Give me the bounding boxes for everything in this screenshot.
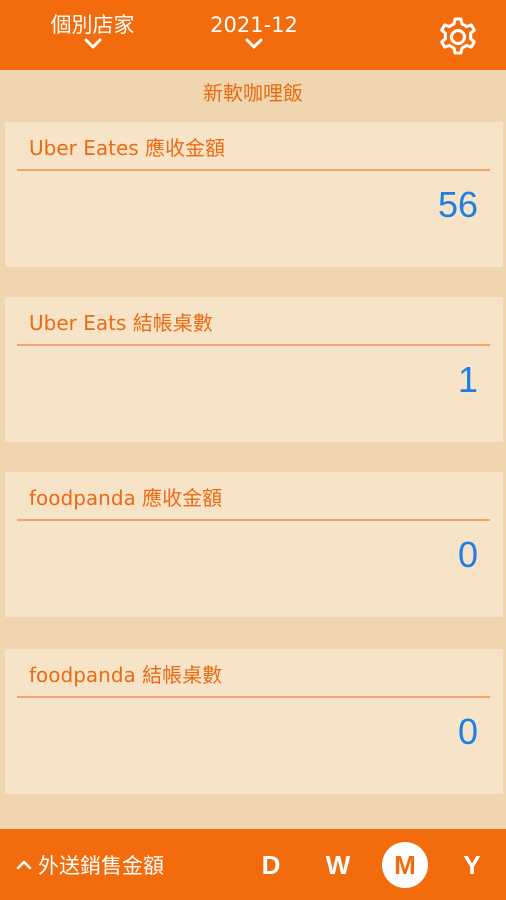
- period-week-button[interactable]: W: [315, 842, 361, 888]
- period-day-button[interactable]: D: [248, 842, 294, 888]
- chevron-up-icon: [16, 860, 32, 870]
- divider: [17, 169, 490, 171]
- period-selector[interactable]: 2021-12: [200, 10, 308, 50]
- stat-card-value: 56: [437, 184, 478, 225]
- gear-icon[interactable]: [434, 12, 482, 60]
- report-type-selector[interactable]: 外送銷售金額: [16, 849, 164, 881]
- stat-card-ubereats-tables: Uber Eats 結帳桌數 1: [5, 297, 503, 442]
- stat-card-title: Uber Eates 應收金額: [29, 136, 226, 160]
- stat-card-value: 0: [457, 711, 478, 752]
- report-type-label: 外送銷售金額: [38, 854, 164, 878]
- period-year-button[interactable]: Y: [449, 842, 495, 888]
- store-selector[interactable]: 個別店家: [40, 10, 145, 50]
- divider: [17, 344, 490, 346]
- stat-card-value: 1: [457, 359, 478, 400]
- store-name-title: 新軟咖哩飯: [203, 81, 303, 105]
- period-month-button[interactable]: M: [382, 842, 428, 888]
- stat-card-title: foodpanda 應收金額: [29, 486, 223, 510]
- store-selector-label: 個別店家: [50, 13, 135, 37]
- stat-card-foodpanda-tables: foodpanda 結帳桌數 0: [5, 649, 503, 794]
- top-bar: 個別店家 2021-12: [0, 0, 506, 70]
- divider: [17, 519, 490, 521]
- divider: [17, 696, 490, 698]
- stat-card-value: 0: [457, 534, 478, 575]
- stat-card-title: Uber Eats 結帳桌數: [29, 311, 213, 335]
- period-selector-label: 2021-12: [210, 13, 298, 37]
- bottom-bar: 外送銷售金額 D W M Y: [0, 829, 506, 900]
- stat-card-foodpanda-amount: foodpanda 應收金額 0: [5, 472, 503, 617]
- stat-card-ubereats-amount: Uber Eates 應收金額 56: [5, 122, 503, 267]
- stat-card-title: foodpanda 結帳桌數: [29, 663, 223, 687]
